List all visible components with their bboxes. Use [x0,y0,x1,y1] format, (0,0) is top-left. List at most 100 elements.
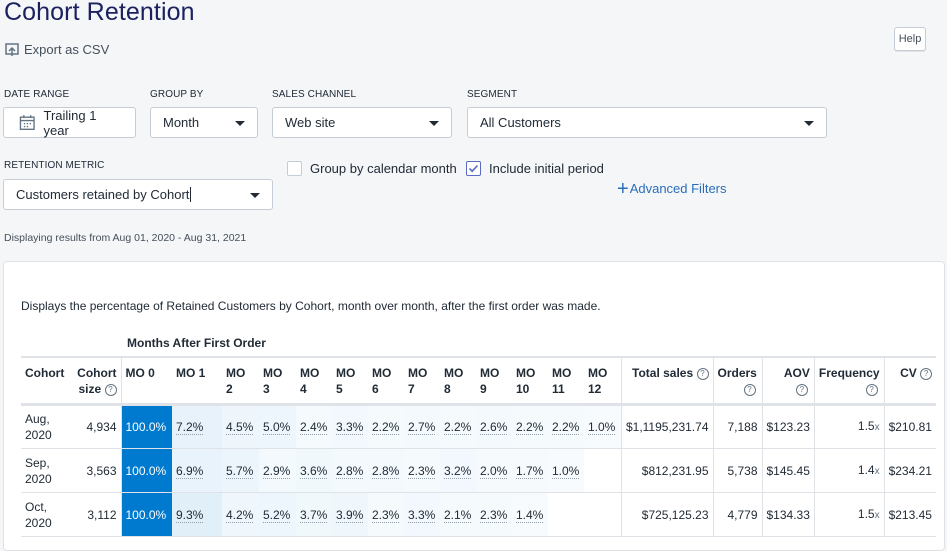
retention-cell[interactable]: 6.9% [172,448,222,493]
retention-cell[interactable]: 3.2% [440,448,476,493]
retention-metric-select[interactable]: Customers retained by Cohort [3,179,273,210]
retention-cell[interactable]: 2.0% [476,448,512,493]
cohort-size-cell: 4,934 [71,404,121,449]
advanced-filters-label: Advanced Filters [629,181,727,196]
retention-cell[interactable]: 2.6% [476,404,512,449]
retention-cell[interactable]: 2.2% [440,404,476,449]
calendar-icon [19,115,35,130]
retention-cell[interactable]: 4.2% [222,492,259,537]
retention-cell [584,448,621,493]
page-title: Cohort Retention [4,0,195,26]
retention-cell[interactable]: 100.0% [120,492,172,537]
cohort-table: Cohort Cohort size ? MO 0 MO 1 MO 2 MO 3 MO 4 MO 5… [21,356,937,537]
group-by-value: Month [163,115,200,130]
retention-cell[interactable]: 1.0% [584,404,621,449]
retention-cell[interactable]: 2.3% [476,492,512,537]
segment-value: All Customers [480,115,561,130]
retention-cell[interactable]: 5.0% [259,404,296,449]
cohort-cell: Oct, 2020 [21,492,71,537]
retention-cell[interactable]: 2.8% [332,448,368,493]
chevron-down-icon [804,121,814,126]
retention-cell[interactable]: 3.3% [332,404,368,449]
retention-cell[interactable]: 2.3% [404,448,440,493]
col-month-1: MO 1 [172,356,222,406]
frequency-suffix: x [874,422,880,433]
retention-cell[interactable]: 7.2% [172,404,222,449]
report-description: Displays the percentage of Retained Cust… [21,299,601,313]
retention-cell[interactable]: 2.1% [440,492,476,537]
retention-cell[interactable]: 100.0% [120,404,172,449]
text-cursor [190,187,192,202]
checkbox-checked-icon[interactable] [466,161,481,176]
orders-cell: 7,188 [712,404,762,449]
retention-cell[interactable]: 1.0% [548,448,584,493]
export-csv-button[interactable]: Export as CSV [5,42,109,57]
retention-cell[interactable]: 2.3% [368,492,404,537]
orders-cell: 5,738 [712,448,762,493]
segment-label: SEGMENT [467,89,518,100]
include-initial-period-checkbox[interactable]: Include initial period [466,161,604,176]
date-range-value: Trailing 1 year [43,107,97,138]
retention-cell[interactable]: 1.4% [512,492,548,537]
retention-cell[interactable]: 3.9% [332,492,368,537]
retention-cell[interactable]: 3.6% [296,448,332,493]
table-row: Aug, 2020 4,934 100.0% 7.2% 4.5% 5.0% 2.4% 3.3% 2… [21,404,937,449]
col-month-5: MO 5 [332,356,368,406]
col-month-11: MO 11 [548,356,584,406]
help-circle-icon[interactable]: ? [920,367,933,380]
aov-cell: $123.23 [761,404,815,449]
help-button[interactable]: Help [894,27,926,51]
retention-cell[interactable]: 2.7% [404,404,440,449]
retention-cell[interactable]: 2.4% [296,404,332,449]
aov-cell: $145.45 [761,448,815,493]
retention-cell [548,492,584,537]
frequency-cell: 1.5x [813,404,885,449]
col-month-9: MO 9 [476,356,512,406]
help-circle-icon[interactable]: ? [743,383,756,396]
retention-cell[interactable]: 2.2% [368,404,404,449]
frequency-suffix: x [874,465,880,477]
checkbox-unchecked-icon[interactable] [287,161,302,176]
date-range-summary: Displaying results from Aug 01, 2020 - A… [4,232,247,244]
advanced-filters-link[interactable]: + Advanced Filters [617,179,727,199]
group-by-calendar-month-label: Group by calendar month [310,161,457,176]
col-aov: AOV? [761,356,815,406]
months-after-first-order-header: Months After First Order [127,336,266,350]
retention-cell[interactable]: 9.3% [172,492,222,537]
chevron-down-icon [235,121,245,126]
col-month-0: MO 0 [120,356,172,406]
frequency-suffix: x [874,509,880,521]
sales-channel-value: Web site [285,115,336,130]
date-range-label: DATE RANGE [4,89,70,100]
segment-select[interactable]: All Customers [467,107,827,138]
retention-cell[interactable]: 5.7% [222,448,259,493]
retention-cell[interactable]: 2.2% [548,404,584,449]
col-month-3: MO 3 [259,356,296,406]
col-frequency: Frequency? [813,356,885,406]
orders-cell: 4,779 [712,492,762,537]
col-month-4: MO 4 [296,356,332,406]
retention-cell[interactable]: 2.8% [368,448,404,493]
help-circle-icon[interactable]: ? [865,383,878,396]
retention-cell[interactable]: 4.5% [222,404,259,449]
retention-cell[interactable]: 3.7% [296,492,332,537]
cv-cell: $213.45 [883,492,937,537]
retention-cell[interactable]: 2.2% [512,404,548,449]
retention-metric-value: Customers retained by Cohort [16,187,190,202]
group-by-calendar-month-checkbox[interactable]: Group by calendar month [287,161,457,176]
retention-cell[interactable]: 2.9% [259,448,296,493]
help-circle-icon[interactable]: ? [696,367,709,380]
total-sales-cell: $725,125.23 [620,492,713,537]
table-row: Sep, 2020 3,563 100.0% 6.9% 5.7% 2.9% 3.6% 2.8% 2… [21,448,937,493]
help-circle-icon[interactable]: ? [795,383,808,396]
retention-cell[interactable]: 3.3% [404,492,440,537]
help-circle-icon[interactable]: ? [104,383,117,396]
retention-cell[interactable]: 5.2% [259,492,296,537]
sales-channel-select[interactable]: Web site [272,107,452,138]
retention-cell[interactable]: 1.7% [512,448,548,493]
retention-cell[interactable]: 100.0% [120,448,172,493]
date-range-button[interactable]: Trailing 1 year [3,107,136,138]
group-by-select[interactable]: Month [150,107,258,138]
col-month-12: MO 12 [584,356,621,406]
aov-cell: $134.33 [761,492,815,537]
